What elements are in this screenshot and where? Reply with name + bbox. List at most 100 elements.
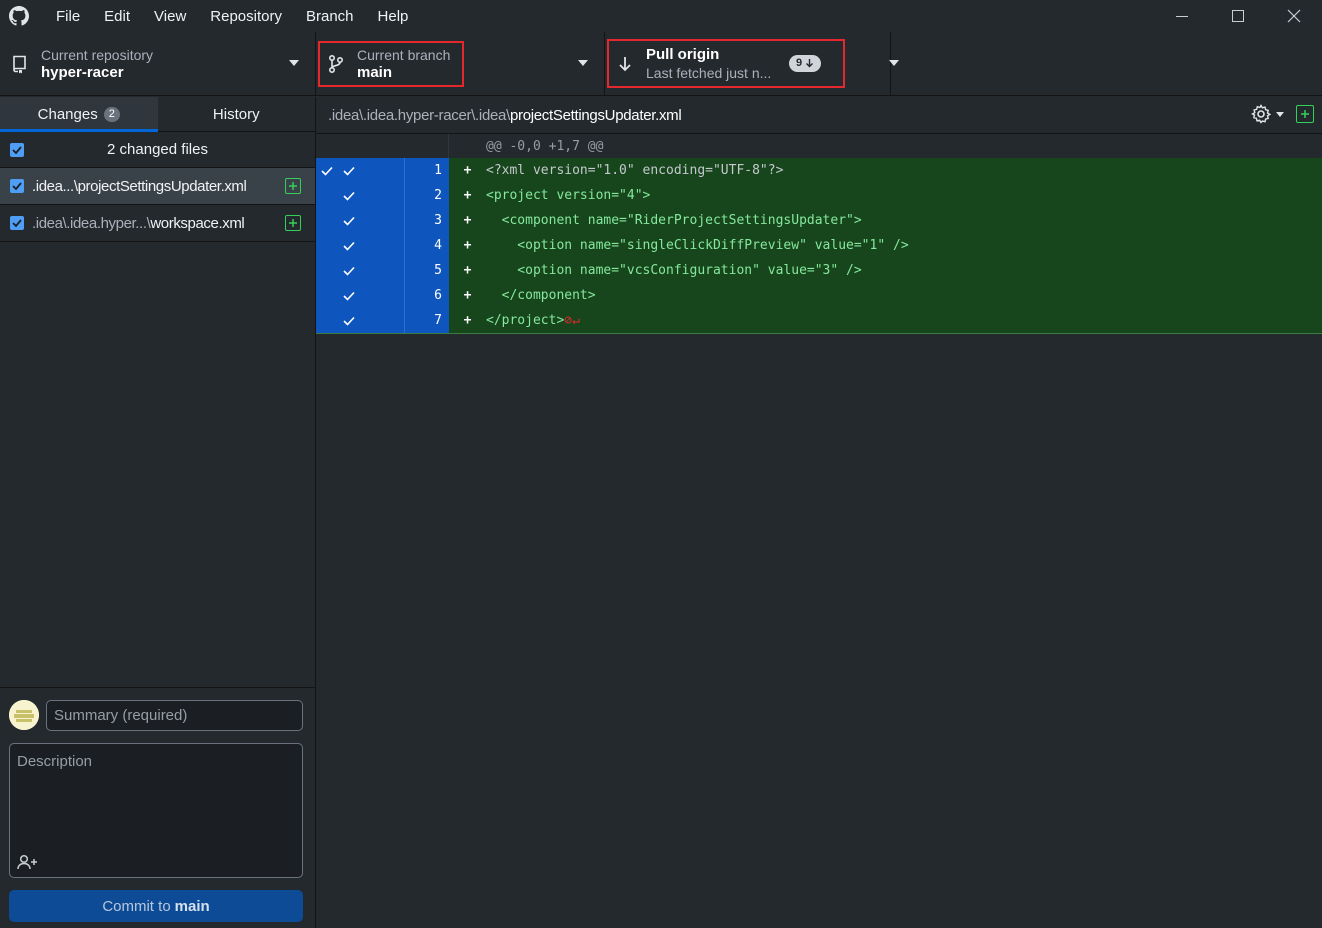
menu-branch[interactable]: Branch bbox=[294, 0, 366, 32]
added-marker: + bbox=[463, 238, 472, 253]
current-repository-label: Current repository bbox=[41, 47, 154, 63]
file-path: .idea\.idea.hyper...\workspace.xml bbox=[32, 215, 285, 232]
check-icon bbox=[343, 166, 355, 176]
line-number: 6 bbox=[404, 283, 449, 308]
diff-tools bbox=[1251, 104, 1314, 124]
minimize-icon bbox=[1176, 16, 1188, 17]
select-all-checkbox[interactable] bbox=[10, 142, 24, 157]
code-text: </component> bbox=[486, 288, 596, 303]
menu-view[interactable]: View bbox=[142, 0, 198, 32]
avatar bbox=[9, 700, 39, 730]
added-marker: + bbox=[463, 188, 472, 203]
close-button[interactable] bbox=[1266, 0, 1322, 32]
commit-button-branch: main bbox=[174, 897, 210, 915]
line-select-gutter[interactable] bbox=[316, 308, 404, 333]
diff-header: .idea\.idea.hyper-racer\.idea\ projectSe… bbox=[316, 97, 1322, 134]
current-branch-button[interactable]: Current branch main bbox=[316, 32, 605, 96]
no-newline-icon: ⊘↵ bbox=[564, 313, 580, 328]
file-dir: .idea\.idea.hyper...\ bbox=[32, 214, 151, 232]
changes-header: 2 changed files bbox=[0, 132, 315, 168]
hunk-header-text: @@ -0,0 +1,7 @@ bbox=[486, 138, 604, 154]
diff-line[interactable]: 7 + </project> ⊘↵ bbox=[316, 308, 1322, 333]
menu-repository[interactable]: Repository bbox=[198, 0, 294, 32]
diff-settings-button[interactable] bbox=[1251, 104, 1284, 124]
diff-line[interactable]: 6 + </component> bbox=[316, 283, 1322, 308]
diff-line[interactable]: 5 + <option name="vcsConfiguration" valu… bbox=[316, 258, 1322, 283]
sidebar-tabs: Changes 2 History bbox=[0, 97, 315, 132]
line-number: 3 bbox=[404, 208, 449, 233]
current-repository-button[interactable]: Current repository hyper-racer bbox=[0, 32, 316, 96]
person-add-icon bbox=[17, 854, 37, 870]
check-icon bbox=[343, 241, 355, 251]
code-line: + <?xml version="1.0" encoding="UTF-8"?> bbox=[449, 158, 1322, 183]
file-dir: .idea...\ bbox=[32, 177, 78, 195]
check-icon bbox=[343, 291, 355, 301]
highlight-box-branch bbox=[318, 41, 464, 87]
menu-edit[interactable]: Edit bbox=[92, 0, 142, 32]
file-name: workspace.xml bbox=[150, 214, 245, 232]
code-line: + <component name="RiderProjectSettingsU… bbox=[449, 208, 1322, 233]
repo-icon bbox=[9, 53, 31, 75]
added-marker: + bbox=[463, 313, 472, 328]
highlight-box-pull bbox=[607, 39, 845, 88]
diff-line[interactable]: 4 + <option name="singleClickDiffPreview… bbox=[316, 233, 1322, 258]
hunk-header: @@ -0,0 +1,7 @@ bbox=[316, 134, 1322, 158]
line-select-gutter[interactable] bbox=[316, 183, 404, 208]
added-marker: + bbox=[463, 263, 472, 278]
check-icon bbox=[343, 216, 355, 226]
minimize-button[interactable] bbox=[1154, 0, 1210, 32]
line-number: 1 bbox=[404, 158, 449, 183]
diff-added-icon[interactable] bbox=[1296, 105, 1314, 123]
code-text: <option name="vcsConfiguration" value="3… bbox=[486, 263, 862, 278]
gear-icon bbox=[1251, 104, 1271, 124]
file-path-name: projectSettingsUpdater.xml bbox=[509, 106, 682, 124]
file-row[interactable]: .idea...\projectSettingsUpdater.xml bbox=[0, 168, 315, 205]
hunk-gutter[interactable] bbox=[316, 134, 449, 158]
diff-line[interactable]: 3 + <component name="RiderProjectSetting… bbox=[316, 208, 1322, 233]
add-coauthor-button[interactable] bbox=[16, 852, 40, 872]
added-marker: + bbox=[463, 163, 472, 178]
line-select-gutter[interactable] bbox=[316, 158, 404, 183]
added-marker: + bbox=[463, 213, 472, 228]
code-text: <component name="RiderProjectSettingsUpd… bbox=[486, 213, 862, 228]
code-line: + <option name="vcsConfiguration" value=… bbox=[449, 258, 1322, 283]
line-select-gutter[interactable] bbox=[316, 283, 404, 308]
file-checkbox[interactable] bbox=[10, 179, 24, 193]
diff-line[interactable]: 1 + <?xml version="1.0" encoding="UTF-8"?… bbox=[316, 158, 1322, 183]
title-bar: File Edit View Repository Branch Help bbox=[0, 0, 1322, 32]
description-box bbox=[9, 743, 303, 878]
diff-body: @@ -0,0 +1,7 @@ 1 + <?xml version="1.0" e… bbox=[316, 134, 1322, 334]
file-row[interactable]: .idea\.idea.hyper...\workspace.xml bbox=[0, 205, 315, 242]
window-controls bbox=[1154, 0, 1322, 32]
code-line: + <option name="singleClickDiffPreview" … bbox=[449, 233, 1322, 258]
file-path-directory: .idea\.idea.hyper-racer\.idea\ bbox=[328, 106, 510, 124]
check-icon bbox=[343, 266, 355, 276]
line-select-gutter[interactable] bbox=[316, 258, 404, 283]
summary-input[interactable] bbox=[46, 700, 303, 731]
code-text: </project> bbox=[486, 313, 565, 328]
diff-end-divider bbox=[316, 333, 1322, 334]
diff-line[interactable]: 2 + <project version="4"> bbox=[316, 183, 1322, 208]
chevron-down-icon[interactable] bbox=[889, 60, 899, 66]
tab-changes[interactable]: Changes 2 bbox=[0, 97, 158, 132]
changed-files-count: 2 changed files bbox=[107, 141, 208, 158]
chevron-down-icon bbox=[289, 60, 299, 66]
maximize-button[interactable] bbox=[1210, 0, 1266, 32]
file-checkbox[interactable] bbox=[10, 216, 24, 230]
line-select-gutter[interactable] bbox=[316, 208, 404, 233]
pull-origin-button[interactable]: Pull origin Last fetched just n... 9 bbox=[605, 32, 899, 96]
menu-file[interactable]: File bbox=[44, 0, 92, 32]
commit-button-label: Commit to bbox=[102, 897, 171, 915]
description-input[interactable] bbox=[10, 744, 302, 844]
line-select-gutter[interactable] bbox=[316, 233, 404, 258]
menu-help[interactable]: Help bbox=[366, 0, 421, 32]
commit-button[interactable]: Commit to main bbox=[9, 890, 303, 922]
file-name: projectSettingsUpdater.xml bbox=[77, 177, 247, 195]
tab-history[interactable]: History bbox=[158, 97, 316, 131]
code-text: <?xml version="1.0" encoding="UTF-8"?> bbox=[486, 163, 784, 178]
added-marker: + bbox=[463, 288, 472, 303]
tab-changes-label: Changes bbox=[37, 105, 98, 123]
file-path: .idea...\projectSettingsUpdater.xml bbox=[32, 178, 285, 195]
code-line: + <project version="4"> bbox=[449, 183, 1322, 208]
check-icon bbox=[343, 316, 355, 326]
